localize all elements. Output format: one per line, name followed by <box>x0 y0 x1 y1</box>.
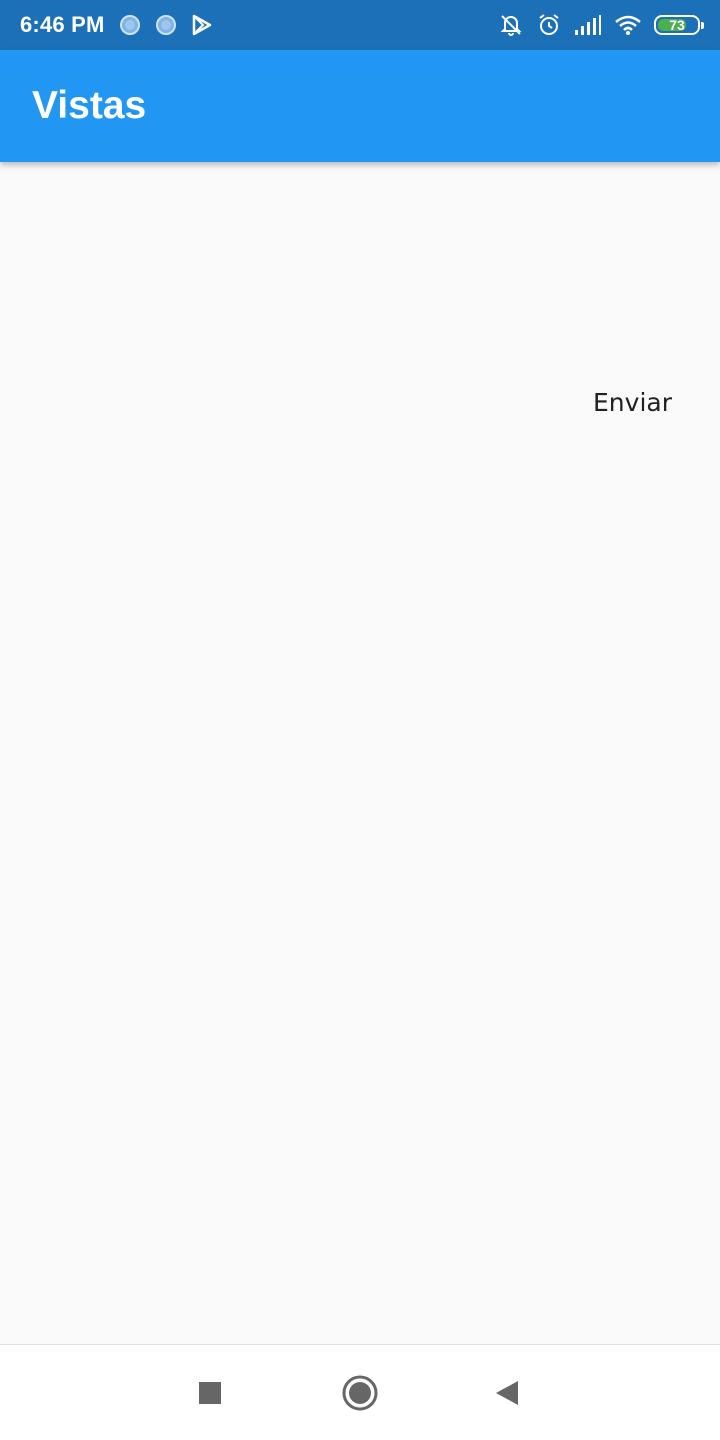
page-title: Vistas <box>32 84 147 127</box>
navigation-bar <box>0 1344 720 1440</box>
send-button[interactable]: Enviar <box>573 380 692 425</box>
signal-icon <box>574 14 602 36</box>
main-content: Enviar <box>0 162 720 1344</box>
status-right-icons: 73 <box>498 12 704 38</box>
circle-icon <box>119 14 141 36</box>
wifi-icon <box>614 14 642 36</box>
back-icon[interactable] <box>487 1373 527 1413</box>
recents-icon[interactable] <box>190 1373 230 1413</box>
status-bar: 6:46 PM 73 <box>0 0 720 50</box>
app-bar: Vistas <box>0 50 720 162</box>
notifications-off-icon <box>498 12 524 38</box>
home-icon[interactable] <box>340 1373 380 1413</box>
battery-icon: 73 <box>654 15 704 35</box>
status-left-icons <box>119 14 213 36</box>
play-store-icon <box>191 14 213 36</box>
status-time: 6:46 PM <box>20 12 105 37</box>
circle-icon <box>155 14 177 36</box>
battery-level: 73 <box>669 17 685 33</box>
alarm-icon <box>536 12 562 38</box>
